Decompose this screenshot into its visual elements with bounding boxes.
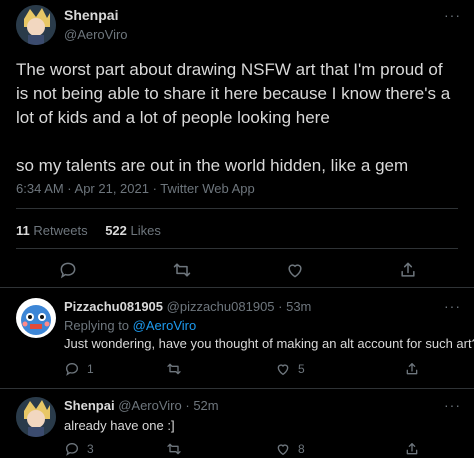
like-icon[interactable] (275, 441, 291, 457)
engagement-stats: 11 Retweets 522 Likes (16, 223, 161, 238)
display-name[interactable]: Shenpai (64, 398, 115, 413)
replying-to-label: Replying to (64, 318, 130, 333)
reply-text: already have one :] (64, 418, 175, 433)
tweet-text-line: The worst part about drawing NSFW art th… (16, 60, 443, 79)
divider (0, 287, 474, 288)
display-name[interactable]: Shenpai (64, 7, 118, 23)
reply-icon[interactable] (58, 260, 78, 280)
replying-to-link[interactable]: @AeroViro (133, 318, 197, 333)
avatar[interactable] (16, 5, 56, 45)
reply-header: Pizzachu081905 @pizzachu081905 · 53m (64, 299, 311, 314)
reply-icon[interactable] (64, 361, 80, 377)
retweet-icon[interactable] (172, 260, 192, 280)
reply-icon[interactable] (64, 441, 80, 457)
like-count: 5 (298, 362, 305, 376)
handle[interactable]: @AeroViro (64, 27, 128, 42)
retweet-icon[interactable] (166, 441, 182, 457)
handle[interactable]: @AeroViro (118, 398, 182, 413)
divider (16, 208, 458, 209)
replying-to: Replying to @AeroViro (64, 318, 196, 333)
timestamp[interactable]: · 52m (185, 398, 218, 413)
tweet-meta[interactable]: 6:34 AM · Apr 21, 2021 · Twitter Web App (16, 181, 255, 196)
avatar[interactable] (16, 298, 56, 338)
display-name[interactable]: Pizzachu081905 (64, 299, 163, 314)
like-count: 8 (298, 442, 305, 456)
divider (0, 388, 474, 389)
divider (16, 248, 458, 249)
reply-count: 3 (87, 442, 94, 456)
retweets-label: Retweets (33, 223, 88, 238)
retweet-icon[interactable] (166, 361, 182, 377)
like-icon[interactable] (275, 361, 291, 377)
retweets-stat[interactable]: 11 Retweets (16, 223, 91, 238)
share-icon[interactable] (404, 361, 420, 377)
like-icon[interactable] (285, 260, 305, 280)
tweet-text-line: is not being able to share it here becau… (16, 84, 451, 103)
share-icon[interactable] (398, 260, 418, 280)
more-icon[interactable]: ··· (444, 7, 461, 23)
tweet-text-line: lot of kids and a lot of people looking … (16, 108, 330, 127)
retweets-count: 11 (16, 223, 30, 238)
likes-label: Likes (130, 223, 161, 238)
handle[interactable]: @pizzachu081905 (167, 299, 275, 314)
reply-text: Just wondering, have you thought of maki… (64, 336, 474, 351)
more-icon[interactable]: ··· (444, 397, 461, 413)
tweet-text-line: so my talents are out in the world hidde… (16, 156, 409, 175)
reply-count: 1 (87, 362, 94, 376)
avatar[interactable] (16, 397, 56, 437)
reply-header: Shenpai @AeroViro · 52m (64, 398, 219, 413)
likes-count: 522 (105, 223, 127, 238)
tweet-text: The worst part about drawing NSFW art th… (16, 58, 466, 178)
likes-stat[interactable]: 522 Likes (105, 223, 161, 238)
more-icon[interactable]: ··· (444, 298, 461, 314)
share-icon[interactable] (404, 441, 420, 457)
timestamp[interactable]: · 53m (278, 299, 311, 314)
